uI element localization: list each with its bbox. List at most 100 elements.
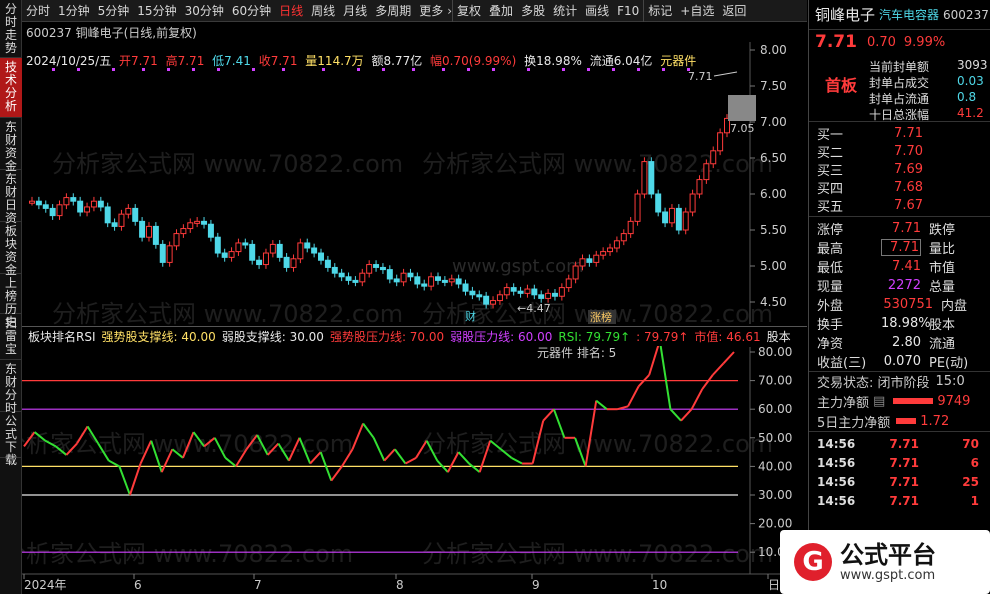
toolbar-item-9[interactable]: 多周期 (371, 0, 415, 22)
toolbar-item-1[interactable]: 1分钟 (54, 0, 94, 22)
toolbar-item-10[interactable]: 更多 (415, 0, 447, 22)
candle-body (311, 247, 318, 254)
toolbar-item-18[interactable]: +自选 (676, 0, 718, 22)
price-tick-label: 5.50 (760, 223, 787, 237)
rsi-segment (542, 408, 555, 422)
trade-status-row: 交易状态: 闭市阶段 15:0 (809, 371, 990, 391)
board-stat-value: 3093 (957, 58, 988, 72)
stat-value: 2272 (887, 278, 921, 293)
tick-time: 14:56 (817, 455, 856, 470)
candle-body (428, 276, 435, 287)
toolbar-item-8[interactable]: 月线 (339, 0, 371, 22)
candle-body (139, 220, 146, 238)
stock-code: 600237 (943, 7, 989, 22)
toolbar-item-4[interactable]: 30分钟 (181, 0, 228, 22)
sidebar-item-1[interactable]: 技术分析 (0, 58, 22, 118)
toolbar-item-13[interactable]: 多股 (517, 0, 549, 22)
candle-body (276, 243, 283, 258)
sidebar-item-5[interactable]: 上榜历史 (0, 274, 22, 329)
tick-time: 14:56 (817, 474, 856, 489)
stock-category[interactable]: 汽车电容器 (879, 6, 939, 23)
toolbar-item-5[interactable]: 60分钟 (228, 0, 275, 22)
center-watermark: www.gspt.com (452, 256, 584, 277)
candle-body (703, 163, 710, 181)
toolbar-item-15[interactable]: 画线 (581, 0, 613, 22)
candle-body (545, 292, 552, 299)
stat-label: 现量 (817, 280, 844, 295)
indicator-title[interactable]: 板块排名RSI (28, 328, 96, 345)
toolbar-item-3[interactable]: 15分钟 (133, 0, 180, 22)
five-day-flow-value: 1.72 (920, 413, 950, 429)
chart-area[interactable]: 分析家公式网 www.70822.com 分析家公式网 www.70822.co… (22, 22, 807, 594)
watermark: 分析家公式网 www.70822.com (422, 430, 773, 458)
high-text: 高7.71 (165, 54, 205, 68)
toolbar-item-14[interactable]: 统计 (549, 0, 581, 22)
candle-body (483, 295, 490, 305)
indicator-header[interactable]: 板块排名RSI 强势股支撑线: 40.00 弱股支撑线: 30.00 强势股压力… (22, 326, 807, 346)
candle-body (331, 266, 338, 274)
board-stat-row: 封单占流通 0.8 (869, 90, 976, 107)
open-text: 开7.71 (119, 54, 158, 68)
price-tick-label: 5.00 (760, 259, 787, 273)
candle-body (42, 204, 49, 209)
stat-label: 外盘 (817, 299, 844, 314)
rsi-segment (722, 351, 735, 365)
toolbar-item-0[interactable]: 分时 (22, 0, 54, 22)
sidebar-item-0[interactable]: 分时走势 (0, 0, 22, 58)
watermark: 分析家公式网 www.70822.com (52, 150, 403, 178)
tick-volume: 25 (962, 474, 979, 489)
board-stat-value: 0.03 (957, 74, 984, 88)
stat-label: 净资 (817, 337, 844, 352)
close-text: 收7.71 (258, 54, 298, 68)
toolbar-item-6[interactable]: 日线 (275, 0, 307, 22)
limit-board-info: 首板 当前封单额 3093 封单占成交 0.03 封单占流通 0.8 十日总涨幅 41.2 (809, 54, 990, 122)
candle-body (393, 278, 400, 283)
rsi-segment (595, 399, 608, 410)
candle-body (421, 283, 428, 287)
candle-body (620, 233, 627, 242)
rsi-segment (669, 408, 682, 422)
chart-canvas[interactable]: 分析家公式网 www.70822.com 分析家公式网 www.70822.co… (22, 22, 807, 594)
sidebar-item-4[interactable]: 板块资金 (0, 222, 22, 277)
price-tick-label: 7.00 (760, 115, 787, 129)
candle-body (510, 287, 517, 292)
sidebar-item-6[interactable]: 扫雷宝 (0, 314, 22, 360)
stat-label-2: 跌停 (929, 223, 956, 238)
quote-stats: 涨停 7.71 跌停 最高 7.71 量比 最低 7.41 市值 现量 2272 总量 外盘 530751… (809, 216, 990, 371)
sidebar-item-2[interactable]: 东财资金 (0, 118, 22, 173)
toolbar-item-7[interactable]: 周线 (307, 0, 339, 22)
rsi-segment (627, 385, 640, 407)
rsi-segment (712, 362, 725, 376)
low-text: 低7.41 (212, 54, 251, 68)
toolbar-item-19[interactable]: 返回 (718, 0, 750, 22)
five-day-flow-label: 5日主力净额 (817, 415, 891, 431)
sidebar-item-3[interactable]: 东财日资 (0, 170, 22, 225)
table-icon[interactable]: ▤ (873, 394, 885, 409)
candle-body (572, 265, 579, 280)
bid-label: 买四 (817, 181, 844, 197)
candle-body (118, 213, 125, 227)
candle-body (180, 228, 187, 235)
stat-value: 7.41 (892, 259, 921, 274)
turnover-text: 换18.98% (524, 54, 582, 68)
candle-body (201, 220, 208, 225)
candle-body (345, 276, 352, 281)
toolbar-item-12[interactable]: 叠加 (485, 0, 517, 22)
toolbar-item-11[interactable]: 复权 (452, 0, 485, 22)
board-stat-label: 封单占流通 (869, 92, 930, 106)
bid-price: 7.67 (894, 197, 923, 213)
stat-label: 涨停 (817, 223, 844, 238)
toolbar-item-16[interactable]: F10 (613, 0, 643, 22)
candle-body (70, 197, 77, 202)
toolbar-item-17[interactable]: 标记 (643, 0, 676, 22)
toolbar-item-2[interactable]: 5分钟 (94, 0, 134, 22)
sidebar-item-7[interactable]: 东财分时 (0, 360, 22, 415)
stat-label-2: 量比 (929, 242, 956, 257)
sidebar-item-8[interactable]: 公式下载 (0, 412, 22, 467)
stat-row: 净资 2.80 流通 (809, 333, 990, 352)
candle-body (221, 252, 228, 258)
rsi-value-label: RSI: 79.79↑ (558, 329, 631, 344)
stat-value: 7.71 (881, 239, 921, 256)
candle-body (132, 207, 139, 222)
price-change: 0.70 (866, 34, 896, 50)
